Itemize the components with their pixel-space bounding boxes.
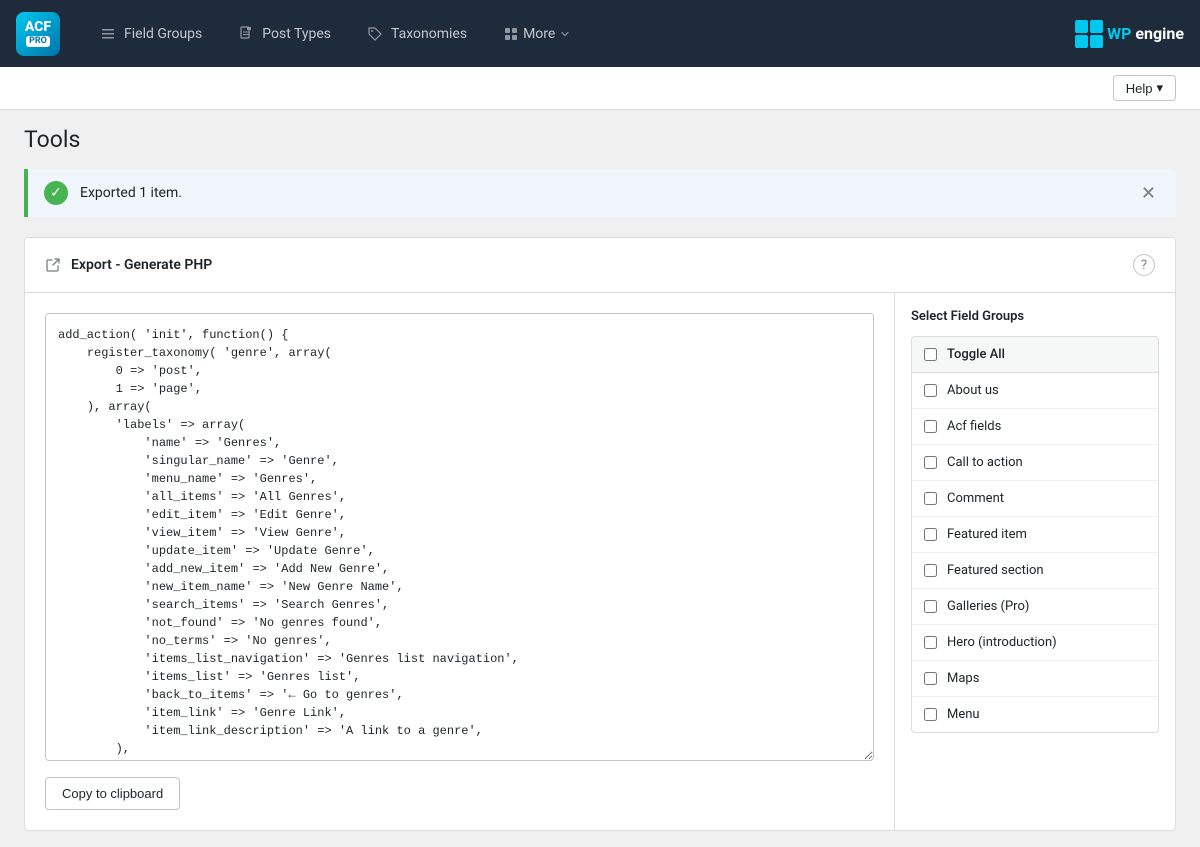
help-bar: Help ▾ bbox=[0, 67, 1200, 110]
toggle-all-label: Toggle All bbox=[947, 347, 1005, 362]
nav-field-groups-label: Field Groups bbox=[124, 26, 202, 42]
export-panel: Export - Generate PHP ? Copy to clipboar… bbox=[24, 237, 1176, 831]
list-icon bbox=[100, 26, 116, 42]
checkbox-featured-item[interactable] bbox=[924, 528, 937, 541]
export-help-icon[interactable]: ? bbox=[1133, 254, 1155, 276]
label-acf-fields: Acf fields bbox=[947, 419, 1001, 434]
main-area: Tools ✓ Exported 1 item. ✕ Export - Gene… bbox=[0, 110, 1200, 847]
chevron-down-icon bbox=[559, 28, 571, 40]
field-group-toggle-all[interactable]: Toggle All bbox=[912, 337, 1158, 373]
label-galleries-pro: Galleries (Pro) bbox=[947, 599, 1029, 614]
nav-item-field-groups[interactable]: Field Groups bbox=[84, 18, 218, 50]
label-featured-item: Featured item bbox=[947, 527, 1027, 542]
page-title: Tools bbox=[24, 126, 1176, 153]
field-group-item-about-us[interactable]: About us bbox=[912, 373, 1158, 409]
label-featured-section: Featured section bbox=[947, 563, 1044, 578]
field-group-item-acf-fields[interactable]: Acf fields bbox=[912, 409, 1158, 445]
field-group-item-featured-item[interactable]: Featured item bbox=[912, 517, 1158, 553]
label-comment: Comment bbox=[947, 491, 1004, 506]
help-label: Help bbox=[1126, 81, 1153, 96]
checkbox-featured-section[interactable] bbox=[924, 564, 937, 577]
checkbox-menu[interactable] bbox=[924, 708, 937, 721]
help-button[interactable]: Help ▾ bbox=[1113, 75, 1176, 101]
sidebar-column: Select Field Groups Toggle All About us bbox=[895, 293, 1175, 830]
external-link-icon bbox=[45, 257, 61, 273]
nav-items: Field Groups Post Types Taxonomies bbox=[84, 18, 1075, 50]
field-group-item-featured-section[interactable]: Featured section bbox=[912, 553, 1158, 589]
label-maps: Maps bbox=[947, 671, 979, 686]
label-about-us: About us bbox=[947, 383, 999, 398]
nav-taxonomies-label: Taxonomies bbox=[391, 26, 467, 42]
checkbox-acf-fields[interactable] bbox=[924, 420, 937, 433]
field-group-item-maps[interactable]: Maps bbox=[912, 661, 1158, 697]
tag-icon bbox=[367, 26, 383, 42]
nav-post-types-label: Post Types bbox=[262, 26, 331, 42]
label-call-to-action: Call to action bbox=[947, 455, 1023, 470]
checkbox-maps[interactable] bbox=[924, 672, 937, 685]
success-notice: ✓ Exported 1 item. ✕ bbox=[24, 169, 1176, 217]
wp-engine-text: WP engine bbox=[1107, 24, 1184, 43]
grid-icon bbox=[503, 26, 519, 42]
nav-item-taxonomies[interactable]: Taxonomies bbox=[351, 18, 483, 50]
export-title: Export - Generate PHP bbox=[45, 257, 212, 273]
checkbox-galleries-pro[interactable] bbox=[924, 600, 937, 613]
export-header: Export - Generate PHP ? bbox=[25, 238, 1175, 293]
copy-to-clipboard-button[interactable]: Copy to clipboard bbox=[45, 777, 180, 810]
nav-right: WP engine bbox=[1075, 20, 1184, 48]
logo-pro-badge: PRO bbox=[26, 36, 50, 47]
two-column-layout: Copy to clipboard Select Field Groups To… bbox=[25, 293, 1175, 830]
notice-text: Exported 1 item. bbox=[80, 185, 1125, 201]
toggle-all-checkbox[interactable] bbox=[924, 348, 937, 361]
nav-more-label: More bbox=[523, 26, 555, 42]
checkbox-about-us[interactable] bbox=[924, 384, 937, 397]
export-title-text: Export - Generate PHP bbox=[71, 257, 212, 273]
help-dropdown-icon: ▾ bbox=[1156, 80, 1163, 96]
label-menu: Menu bbox=[947, 707, 980, 722]
checkbox-hero-introduction[interactable] bbox=[924, 636, 937, 649]
acf-logo[interactable]: ACF PRO bbox=[16, 12, 60, 56]
code-textarea[interactable] bbox=[45, 313, 874, 761]
success-icon: ✓ bbox=[44, 181, 68, 205]
field-group-item-hero-introduction[interactable]: Hero (introduction) bbox=[912, 625, 1158, 661]
checkbox-comment[interactable] bbox=[924, 492, 937, 505]
field-groups-list: Toggle All About us Acf fields bbox=[911, 336, 1159, 733]
nav-item-more[interactable]: More bbox=[487, 18, 587, 50]
top-navigation: ACF PRO Field Groups Post Types bbox=[0, 0, 1200, 67]
field-group-item-galleries-pro[interactable]: Galleries (Pro) bbox=[912, 589, 1158, 625]
wp-engine-logo: WP engine bbox=[1075, 20, 1184, 48]
logo-acf-text: ACF bbox=[25, 20, 51, 34]
checkbox-call-to-action[interactable] bbox=[924, 456, 937, 469]
label-hero-introduction: Hero (introduction) bbox=[947, 635, 1057, 650]
select-field-groups-title: Select Field Groups bbox=[911, 309, 1159, 324]
field-group-item-menu[interactable]: Menu bbox=[912, 697, 1158, 732]
wp-engine-grid-icon bbox=[1075, 20, 1103, 48]
field-group-item-call-to-action[interactable]: Call to action bbox=[912, 445, 1158, 481]
document-icon bbox=[238, 26, 254, 42]
field-group-item-comment[interactable]: Comment bbox=[912, 481, 1158, 517]
notice-close-button[interactable]: ✕ bbox=[1137, 184, 1160, 202]
code-column: Copy to clipboard bbox=[25, 293, 895, 830]
nav-item-post-types[interactable]: Post Types bbox=[222, 18, 347, 50]
